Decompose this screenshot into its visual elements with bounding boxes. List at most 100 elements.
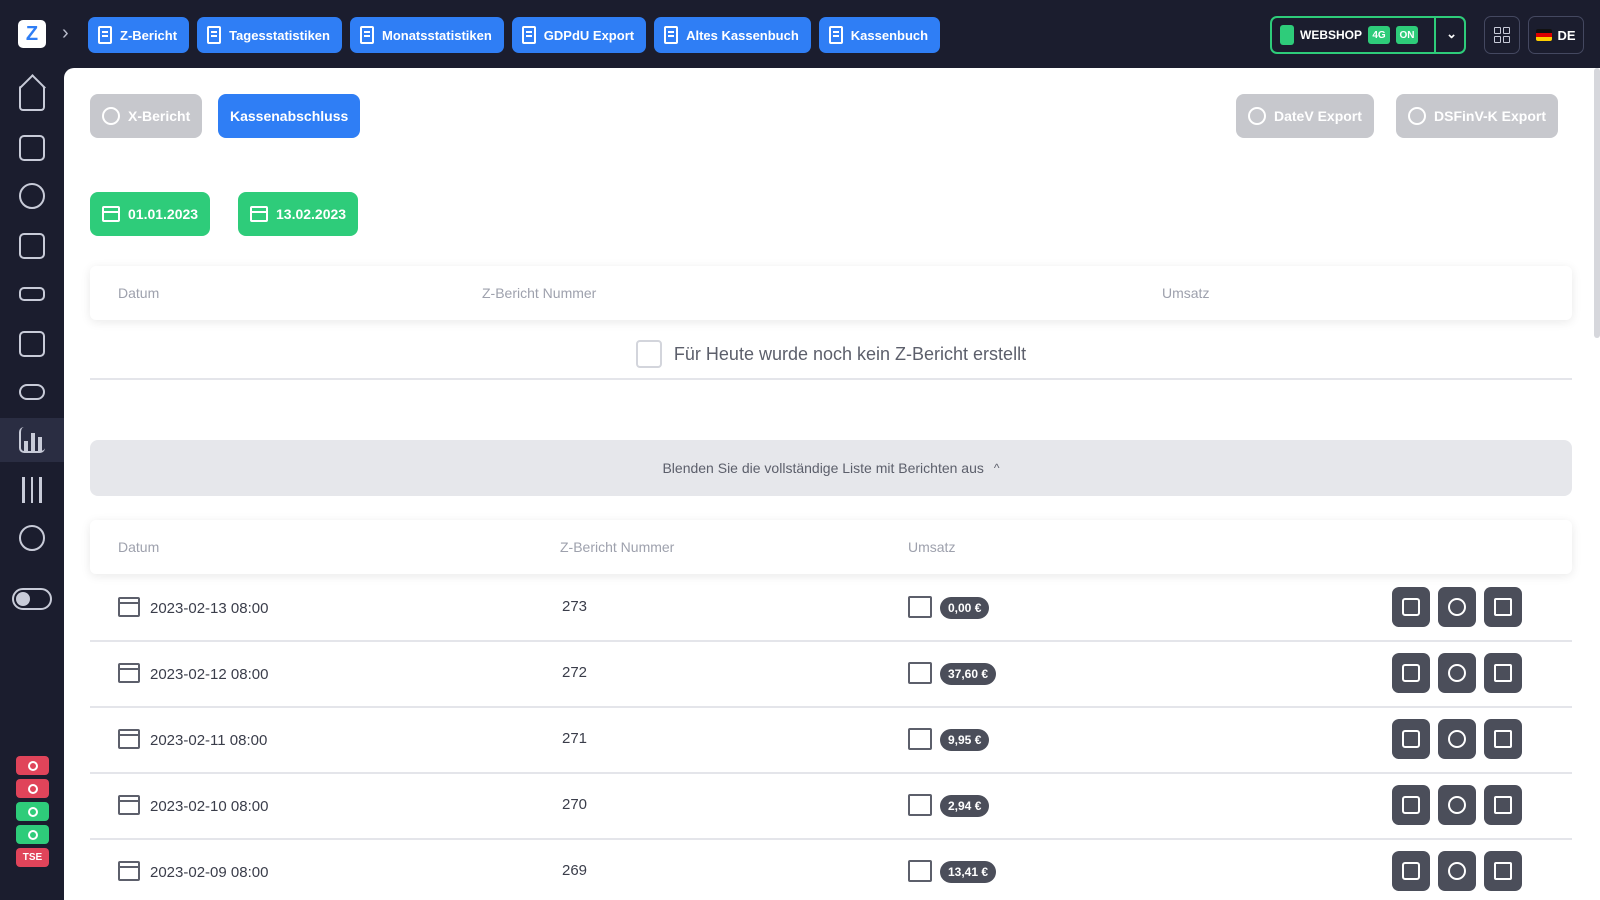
sidebar-item-support[interactable] <box>0 174 64 218</box>
column-header-number: Z-Bericht Nummer <box>482 285 597 301</box>
document-icon <box>1494 730 1512 748</box>
tab-gdpdu-export[interactable]: GDPdU Export <box>511 17 647 53</box>
sidebar-item-delivery[interactable] <box>0 370 64 414</box>
calendar-icon <box>118 861 140 881</box>
printer-icon <box>1448 598 1466 616</box>
document-icon <box>1494 796 1512 814</box>
tab-kassenbuch[interactable]: Kassenbuch <box>818 17 941 53</box>
toggle-report-list-button[interactable]: Blenden Sie die vollständige Liste mit B… <box>90 440 1572 496</box>
sidebar-item-settings[interactable] <box>0 468 64 512</box>
download-report-button[interactable] <box>1392 587 1430 627</box>
chevron-down-icon[interactable]: ⌄ <box>1446 26 1457 42</box>
dsfinvk-export-button[interactable]: DSFinV-K Export <box>1396 94 1559 138</box>
view-report-button[interactable] <box>1484 785 1522 825</box>
grid-icon <box>1494 27 1510 43</box>
chevron-right-icon: › <box>62 22 69 44</box>
tab-label: GDPdU Export <box>543 27 635 43</box>
status-pill-4[interactable] <box>16 825 49 844</box>
headset-icon <box>19 183 45 209</box>
date-to-value: 13.02.2023 <box>276 206 347 222</box>
print-report-button[interactable] <box>1438 785 1476 825</box>
x-report-button[interactable]: X-Bericht <box>90 94 203 138</box>
sidebar-item-documents[interactable] <box>0 126 64 170</box>
language-label: DE <box>1557 27 1576 43</box>
empty-document-icon <box>635 340 662 368</box>
language-selector[interactable]: DE <box>1528 16 1584 54</box>
status-badge: ON <box>1396 26 1419 44</box>
date-to-button[interactable]: 13.02.2023 <box>238 192 359 236</box>
empty-state-row: Für Heute wurde noch kein Z-Bericht erst… <box>90 330 1572 380</box>
view-report-button[interactable] <box>1484 587 1522 627</box>
download-icon <box>1402 664 1420 682</box>
webshop-selector[interactable]: WEBSHOP 4G ON ⌄ <box>1270 16 1466 54</box>
print-report-button[interactable] <box>1438 719 1476 759</box>
bar-chart-icon <box>19 427 45 453</box>
home-icon <box>19 85 45 111</box>
document-icon <box>207 26 222 44</box>
status-pill-1[interactable] <box>16 756 49 775</box>
cash-register-icon <box>908 662 932 684</box>
view-report-button[interactable] <box>1484 719 1522 759</box>
sidebar-item-products[interactable] <box>0 322 64 366</box>
date-from-button[interactable]: 01.01.2023 <box>90 192 211 236</box>
tab-monatsstatistiken[interactable]: Monatsstatistiken <box>349 17 504 53</box>
print-report-button[interactable] <box>1438 851 1476 891</box>
tab-altes-kassenbuch[interactable]: Altes Kassenbuch <box>654 17 811 53</box>
scrollbar[interactable] <box>1594 68 1600 338</box>
printer-icon <box>1448 664 1466 682</box>
sidebar-item-home[interactable] <box>0 76 64 120</box>
report-date: 2023-02-13 08:00 <box>150 600 269 617</box>
status-pill-2[interactable] <box>16 779 49 798</box>
sidebar-item-reports[interactable] <box>0 418 64 462</box>
download-icon <box>1402 730 1420 748</box>
download-icon <box>1402 598 1420 616</box>
sliders-icon <box>19 477 45 503</box>
cash-register-icon <box>908 728 932 750</box>
datev-export-button[interactable]: DateV Export <box>1236 94 1374 138</box>
truck-icon <box>19 384 45 400</box>
status-pill-3[interactable] <box>16 802 49 821</box>
close-register-button[interactable]: Kassenabschluss <box>218 94 361 138</box>
download-report-button[interactable] <box>1392 719 1430 759</box>
calendar-icon <box>250 206 268 222</box>
report-number: 269 <box>562 862 588 879</box>
document-icon <box>98 26 112 44</box>
datev-export-label: DateV Export <box>1274 108 1362 124</box>
lifebuoy-icon <box>19 525 45 551</box>
app-logo[interactable]: Z <box>18 20 46 48</box>
column-header-number: Z-Bericht Nummer <box>560 539 675 555</box>
download-report-button[interactable] <box>1392 653 1430 693</box>
report-date: 2023-02-11 08:00 <box>150 732 268 749</box>
table-row: 2023-02-10 08:00 270 2,94 € <box>90 774 1572 840</box>
factory-icon <box>19 233 45 259</box>
calendar-icon <box>118 597 140 617</box>
tab-z-bericht[interactable]: Z-Bericht <box>88 17 190 53</box>
view-report-button[interactable] <box>1484 851 1522 891</box>
today-table-header: Datum Z-Bericht Nummer Umsatz <box>90 266 1572 320</box>
revenue-badge: 0,00 € <box>940 597 990 619</box>
download-report-button[interactable] <box>1392 851 1430 891</box>
table-row: 2023-02-11 08:00 271 9,95 € <box>90 708 1572 774</box>
column-header-revenue: Umsatz <box>908 539 956 555</box>
connection-badge: 4G <box>1368 26 1391 44</box>
document-icon <box>664 26 679 44</box>
print-report-button[interactable] <box>1438 587 1476 627</box>
table-row: 2023-02-13 08:00 273 0,00 € <box>90 576 1572 642</box>
sidebar-item-inventory[interactable] <box>0 272 64 316</box>
apps-grid-button[interactable] <box>1484 16 1520 54</box>
sidebar-item-help[interactable] <box>0 516 64 560</box>
tab-tagesstatistiken[interactable]: Tagesstatistiken <box>197 17 342 53</box>
theme-toggle[interactable] <box>12 588 52 610</box>
toggle-report-list-label: Blenden Sie die vollständige Liste mit B… <box>662 460 984 476</box>
tab-label: Kassenbuch <box>850 27 929 43</box>
print-report-button[interactable] <box>1438 653 1476 693</box>
shirt-icon <box>19 331 45 357</box>
sidebar-item-store[interactable] <box>0 224 64 268</box>
gear-icon <box>102 107 120 125</box>
download-report-button[interactable] <box>1392 785 1430 825</box>
tse-status-badge[interactable]: TSE <box>16 848 49 867</box>
view-report-button[interactable] <box>1484 653 1522 693</box>
sidebar: TSE <box>0 68 64 900</box>
document-icon <box>1494 664 1512 682</box>
cash-register-icon <box>908 794 932 816</box>
